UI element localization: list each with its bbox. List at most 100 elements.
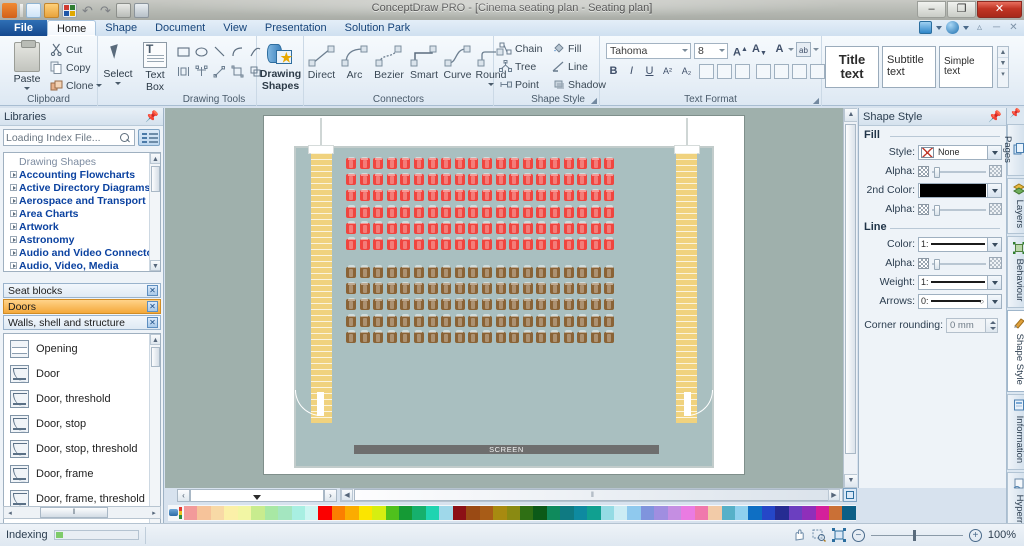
seat[interactable] — [523, 207, 533, 218]
seat[interactable] — [604, 207, 614, 218]
drawing-canvas[interactable]: SCREEN ▲ ▼ — [165, 108, 857, 488]
palette-swatch[interactable] — [614, 506, 627, 520]
seat[interactable] — [496, 299, 506, 310]
fill-alpha-slider[interactable] — [932, 165, 986, 178]
seat[interactable] — [564, 174, 574, 185]
seat[interactable] — [550, 299, 560, 310]
seat[interactable] — [441, 267, 451, 278]
library-tab-walls-shell-structure[interactable]: Walls, shell and structure ✕ — [3, 315, 161, 330]
palette-swatch[interactable] — [372, 506, 385, 520]
minimize-button[interactable]: – — [917, 1, 946, 18]
exit-door-right[interactable] — [683, 390, 713, 420]
seat-row[interactable] — [346, 207, 614, 218]
seat[interactable] — [373, 316, 383, 327]
seat[interactable] — [536, 158, 546, 169]
seat[interactable] — [604, 299, 614, 310]
list-item[interactable]: Door, stop — [4, 411, 160, 436]
seat[interactable] — [428, 174, 438, 185]
chevron-down-icon[interactable] — [987, 184, 1001, 197]
seat[interactable] — [428, 207, 438, 218]
seat[interactable] — [509, 190, 519, 201]
second-alpha-slider[interactable] — [932, 203, 986, 216]
subscript-button[interactable]: A₂ — [679, 64, 694, 79]
palette-swatch[interactable] — [251, 506, 264, 520]
seat[interactable] — [591, 158, 601, 169]
style-scroll-up-icon[interactable]: ▲ — [998, 47, 1008, 58]
palette-swatch[interactable] — [292, 506, 305, 520]
zoom-out-button[interactable]: − — [852, 529, 865, 542]
align-bottom-icon[interactable] — [792, 64, 807, 79]
seat[interactable] — [455, 207, 465, 218]
expand-icon[interactable] — [10, 249, 17, 256]
library-tree-item[interactable]: Drawing Shapes — [4, 155, 160, 168]
seat[interactable] — [400, 316, 410, 327]
font-size-input[interactable]: 8 — [694, 43, 728, 59]
seat[interactable] — [604, 174, 614, 185]
library-tree-item[interactable]: Audio, Video, Media — [4, 259, 160, 272]
window-layout-chevron-down-icon[interactable] — [936, 26, 942, 30]
seat[interactable] — [441, 283, 451, 294]
palette-swatch[interactable] — [305, 506, 318, 520]
dock-tab-layers[interactable]: Layers — [1007, 178, 1024, 234]
seat-row[interactable] — [346, 239, 614, 250]
seat[interactable] — [455, 267, 465, 278]
clone-button[interactable]: Clone — [50, 79, 102, 92]
seat[interactable] — [482, 158, 492, 169]
seat-grid[interactable] — [346, 158, 614, 348]
palette-swatch[interactable] — [533, 506, 546, 520]
seat[interactable] — [536, 190, 546, 201]
seat[interactable] — [604, 283, 614, 294]
seat[interactable] — [455, 316, 465, 327]
expand-icon[interactable] — [10, 210, 17, 217]
scroll-left-icon[interactable]: ◂ — [4, 509, 16, 517]
seat[interactable] — [496, 316, 506, 327]
seat[interactable] — [591, 332, 601, 343]
dock-pin-icon[interactable]: 📌 — [1007, 108, 1024, 122]
seat[interactable] — [387, 190, 397, 201]
chevron-down-icon[interactable] — [253, 495, 261, 500]
seat[interactable] — [550, 207, 560, 218]
seat[interactable] — [482, 207, 492, 218]
palette-swatch[interactable] — [278, 506, 291, 520]
seat[interactable] — [564, 190, 574, 201]
point-button[interactable]: Point — [499, 78, 539, 91]
seat[interactable] — [591, 207, 601, 218]
dock-tab-pages[interactable]: Pages — [1007, 124, 1024, 176]
seat[interactable] — [468, 299, 478, 310]
seat[interactable] — [604, 190, 614, 201]
stair-aisle-right[interactable] — [676, 153, 697, 423]
palette-swatch[interactable] — [507, 506, 520, 520]
style-title-text[interactable]: Titletext — [825, 46, 879, 88]
palette-swatch[interactable] — [439, 506, 452, 520]
scroll-thumb[interactable]: ‖ — [354, 489, 831, 501]
seat[interactable] — [441, 223, 451, 234]
pin-icon[interactable]: 📌 — [145, 110, 159, 123]
seat[interactable] — [373, 174, 383, 185]
seat[interactable] — [591, 267, 601, 278]
superscript-button[interactable]: A² — [660, 64, 675, 79]
seat[interactable] — [387, 267, 397, 278]
seat[interactable] — [564, 207, 574, 218]
seat[interactable] — [360, 299, 370, 310]
expand-icon[interactable] — [10, 197, 17, 204]
seat[interactable] — [523, 223, 533, 234]
seat[interactable] — [400, 283, 410, 294]
seat[interactable] — [509, 239, 519, 250]
tree-button[interactable]: Tree — [499, 60, 536, 73]
palette-swatch[interactable] — [412, 506, 425, 520]
expand-icon[interactable] — [10, 223, 17, 230]
minimize-document-icon[interactable]: ─ — [990, 21, 1003, 34]
seat[interactable] — [496, 332, 506, 343]
palette-swatch[interactable] — [641, 506, 654, 520]
seat[interactable] — [400, 207, 410, 218]
palette-swatch[interactable] — [627, 506, 640, 520]
seat[interactable] — [496, 239, 506, 250]
fit-view-button[interactable] — [843, 488, 857, 502]
align-middle-icon[interactable] — [774, 64, 789, 79]
palette-swatch[interactable] — [197, 506, 210, 520]
scroll-thumb[interactable]: ‖ — [40, 507, 109, 518]
align-tool-icon[interactable] — [177, 65, 190, 81]
font-color-chevron-down-icon[interactable] — [788, 48, 794, 51]
seat-row[interactable] — [346, 223, 614, 234]
fit-page-tool-icon[interactable] — [832, 528, 846, 542]
